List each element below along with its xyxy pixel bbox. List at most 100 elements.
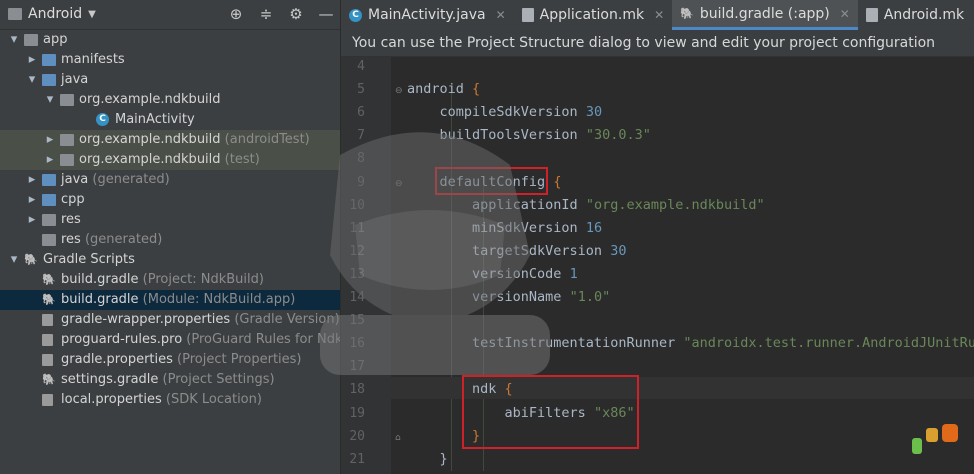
tree-item[interactable]: ▸ java (generated) [0, 170, 340, 190]
folder-icon [42, 174, 56, 186]
folder-icon [42, 194, 56, 206]
tree-item[interactable]: 🐘 settings.gradle (Project Settings) [0, 370, 340, 390]
chevron-right-icon[interactable]: ▸ [44, 130, 56, 150]
folder-icon [42, 54, 56, 66]
package-icon [60, 134, 74, 146]
tree-item-suffix: (androidTest) [220, 132, 310, 147]
tree-item-suffix: (test) [220, 152, 260, 167]
chevron-right-icon[interactable]: ▸ [26, 170, 38, 190]
close-icon[interactable]: ✕ [654, 0, 664, 30]
project-panel: Android ▼ ⊕ ≑ ⚙ — ▾ app ▸ manifests ▾ java ▾ or… [0, 0, 341, 474]
tree-item-label: manifests [61, 52, 125, 67]
tree-item-label: org.example.ndkbuild (androidTest) [79, 132, 310, 147]
tree-item[interactable]: ▾ app [0, 30, 340, 50]
tree-item-label: gradle.properties (Project Properties) [61, 352, 302, 367]
tree-item-suffix: (SDK Location) [161, 392, 262, 407]
package-icon [60, 154, 74, 166]
tree-item-label: gradle-wrapper.properties (Gradle Versio… [61, 312, 340, 327]
gradle-icon: 🐘 [680, 6, 694, 20]
properties-file-icon [42, 394, 53, 406]
close-icon[interactable]: ✕ [496, 0, 506, 30]
tree-item-suffix: (Project Properties) [172, 352, 302, 367]
gradle-icon: 🐘 [24, 253, 38, 266]
editor-tab[interactable]: Application.mk ✕ [514, 0, 672, 30]
collapse-all-icon[interactable]: ≑ [258, 5, 274, 23]
properties-file-icon [42, 334, 53, 346]
chevron-down-icon[interactable]: ▾ [8, 250, 20, 270]
line-number: 4 [357, 59, 365, 74]
tree-item[interactable]: ▾ java [0, 70, 340, 90]
tab-label: build.gradle (:app) [699, 5, 830, 22]
tree-item[interactable]: ▾ 🐘 Gradle Scripts [0, 250, 340, 270]
editor-tab[interactable]: 🐘 build.gradle (:app) ✕ [672, 0, 858, 30]
resource-folder-icon [42, 234, 56, 246]
tree-item-label: build.gradle (Module: NdkBuild.app) [61, 292, 296, 307]
tree-item[interactable]: ▸ cpp [0, 190, 340, 210]
gradle-icon: 🐘 [42, 273, 56, 286]
resource-folder-icon [42, 214, 56, 226]
tree-item[interactable]: ▸ org.example.ndkbuild (test) [0, 150, 340, 170]
class-icon: C [96, 113, 109, 126]
editor-tabs: C MainActivity.java ✕ Application.mk ✕ 🐘 build… [341, 0, 974, 31]
watermark-illustration [320, 132, 550, 375]
highlight-box-ndk-block [462, 375, 639, 449]
chevron-down-icon[interactable]: ▾ [26, 70, 38, 90]
tree-item[interactable]: 🐘 build.gradle (Project: NdkBuild) [0, 270, 340, 290]
gradle-icon: 🐘 [42, 373, 56, 386]
line-number: 5 [357, 82, 365, 98]
hide-icon[interactable]: — [318, 5, 334, 23]
tree-item[interactable]: ▾ org.example.ndkbuild [0, 90, 340, 110]
editor-tab[interactable]: C MainActivity.java ✕ [341, 0, 514, 30]
tree-item-label: app [43, 32, 68, 47]
tree-item-label: build.gradle (Project: NdkBuild) [61, 272, 264, 287]
tree-item-suffix: (Module: NdkBuild.app) [138, 292, 296, 307]
line-number: 20 [349, 428, 365, 444]
tree-item-label: res (generated) [61, 232, 163, 247]
code-line: } [407, 450, 448, 467]
properties-file-icon [42, 354, 53, 366]
tree-item[interactable]: ▸ res [0, 210, 340, 230]
project-toolbar: Android ▼ ⊕ ≑ ⚙ — [0, 0, 340, 30]
chevron-down-icon[interactable]: ▾ [8, 30, 20, 50]
tree-item[interactable]: proguard-rules.pro (ProGuard Rules for N… [0, 330, 340, 350]
chevron-down-icon: ▼ [88, 8, 96, 20]
tree-item-label: java (generated) [61, 172, 170, 187]
chevron-right-icon[interactable]: ▸ [26, 210, 38, 230]
tree-item[interactable]: res (generated) [0, 230, 340, 250]
line-number: 21 [349, 451, 365, 467]
tree-item[interactable]: local.properties (SDK Location) [0, 390, 340, 410]
tree-item-label: MainActivity [115, 112, 195, 127]
project-tree: ▾ app ▸ manifests ▾ java ▾ org.example.ndkbuild… [0, 30, 340, 410]
chevron-right-icon[interactable]: ▸ [26, 190, 38, 210]
tree-item[interactable]: gradle-wrapper.properties (Gradle Versio… [0, 310, 340, 330]
tree-item[interactable]: 🐘 build.gradle (Module: NdkBuild.app) [0, 290, 340, 310]
tree-item-label: proguard-rules.pro (ProGuard Rules for N… [61, 330, 340, 350]
chevron-right-icon[interactable]: ▸ [26, 50, 38, 70]
tree-item-label: Gradle Scripts [43, 252, 135, 267]
chevron-right-icon[interactable]: ▸ [44, 150, 56, 170]
locate-icon[interactable]: ⊕ [228, 5, 244, 23]
folder-icon [42, 74, 56, 86]
tree-item-label: settings.gradle (Project Settings) [61, 372, 275, 387]
project-structure-banner: You can use the Project Structure dialog… [341, 30, 974, 57]
tree-item-suffix: (generated) [80, 232, 163, 247]
tree-item-suffix: (Project Settings) [158, 372, 275, 387]
close-icon[interactable]: ✕ [840, 0, 850, 29]
tree-item[interactable]: gradle.properties (Project Properties) [0, 350, 340, 370]
gear-icon[interactable]: ⚙ [288, 5, 304, 23]
line-number: 19 [349, 405, 365, 421]
tree-item[interactable]: ▸ org.example.ndkbuild (androidTest) [0, 130, 340, 150]
gradle-icon: 🐘 [42, 293, 56, 306]
chevron-down-icon[interactable]: ▾ [44, 90, 56, 110]
tree-item-suffix: (Project: NdkBuild) [138, 272, 264, 287]
tree-item[interactable]: ▸ manifests [0, 50, 340, 70]
tree-item[interactable]: C MainActivity [0, 110, 340, 130]
project-view-selector[interactable]: Android ▼ [8, 6, 96, 22]
tab-label: Application.mk [539, 7, 645, 23]
tree-item-label: res [61, 212, 81, 227]
editor-tab[interactable]: Android.mk✕ [858, 0, 974, 30]
file-icon [865, 8, 878, 22]
tree-item-suffix: (generated) [88, 172, 170, 187]
class-icon: C [349, 8, 362, 22]
properties-file-icon [42, 314, 53, 326]
